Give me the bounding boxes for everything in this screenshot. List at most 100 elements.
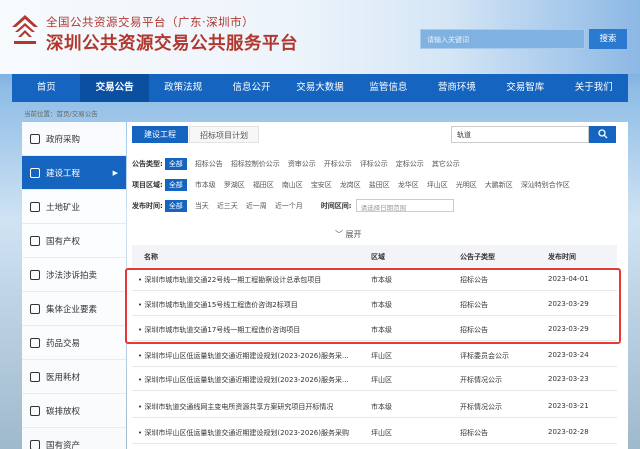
filter-option[interactable]: 当天 (195, 201, 209, 211)
expand-toggle[interactable]: ﹀ 展开 (335, 229, 362, 240)
nav-about[interactable]: 关于我们 (560, 74, 628, 102)
sidebar-item-label: 建设工程 (46, 168, 81, 179)
sidebar-item-drug-trade[interactable]: 药品交易 (22, 326, 126, 360)
sidebar-item-judicial-auction[interactable]: 涉法涉诉拍卖 (22, 258, 126, 292)
row-name-text[interactable]: 深圳市坪山区低运量轨道交通近期建设规划(2023-2026)服务采购 (144, 429, 349, 437)
filter-time: 发布时间: 全部 当天 近三天 近一周 近一个月 时间区间: 请选择日期范围 (132, 199, 454, 212)
filter-option[interactable]: 招标公告 (195, 159, 223, 169)
row-name-text[interactable]: 深圳市坪山区低运量轨道交通近期建设规划(2023-2026)服务采... (144, 376, 348, 384)
filter-option[interactable]: 龙华区 (398, 180, 419, 190)
nav-business-env[interactable]: 营商环境 (423, 74, 491, 102)
row-type: 开标情况公示 (460, 403, 502, 411)
filter-option[interactable]: 招标控制价公示 (231, 159, 280, 169)
leaf-icon (30, 405, 40, 416)
filter-range-label: 时间区间: (320, 201, 352, 210)
row-name-text[interactable]: 深圳市城市轨道交通17号线一期工程造价咨询项目 (144, 326, 300, 334)
site-search-input[interactable]: 请输入关键词 (420, 29, 585, 49)
filter-option[interactable]: 评标公示 (360, 159, 388, 169)
filter-option[interactable]: 深汕特别合作区 (521, 180, 570, 190)
nav-policies[interactable]: 政策法规 (149, 74, 217, 102)
building-icon (30, 167, 40, 178)
tab-bidding-plan[interactable]: 招标项目计划 (189, 126, 259, 143)
site-search-button[interactable]: 搜索 (589, 29, 627, 49)
site-header: 全国公共资源交易平台（广东·深圳市） 深圳公共资源交易公共服务平台 请输入关键词… (0, 0, 640, 74)
nav-big-data[interactable]: 交易大数据 (286, 74, 354, 102)
breadcrumb: 当前位置：首页/交易公告 (24, 110, 98, 118)
table-row[interactable]: • 深圳市坪山区低运量轨道交通近期建设规划(2023-2026)服务采... 坪… (132, 344, 617, 367)
filter-option[interactable]: 市本级 (195, 180, 216, 190)
row-type: 招标公告 (460, 301, 488, 309)
row-name[interactable]: • 深圳市坪山区低运量轨道交通近期建设规划(2023-2026)服务采购 (138, 428, 360, 438)
table-row[interactable]: • 深圳市坪山区低运量轨道交通近期建设规划(2023-2026)服务采... 坪… (132, 368, 617, 391)
row-name[interactable]: • 深圳市坪山区低运量轨道交通近期建设规划(2023-2026)服务采... (138, 351, 360, 361)
filter-option[interactable]: 其它公示 (432, 159, 460, 169)
row-name-text[interactable]: 深圳市城市轨道交通15号线工程造价咨询2标项目 (144, 301, 297, 309)
filter-option[interactable]: 盐田区 (369, 180, 390, 190)
pill-icon (30, 337, 40, 348)
filter-option[interactable]: 近一周 (246, 201, 267, 211)
filter-option[interactable]: 南山区 (282, 180, 303, 190)
filter-option[interactable]: 近一个月 (275, 201, 303, 211)
table-row[interactable]: • 深圳市轨道交通线网主变电所资源共享方案研究项目开标情况 市本级 开标情况公示… (132, 395, 617, 418)
nav-home[interactable]: 首页 (12, 74, 80, 102)
table-row[interactable]: • 深圳市城市轨道交通22号线一期工程勘察设计总承包项目 市本级 招标公告 20… (132, 268, 617, 291)
main-panel: 建设工程 招标项目计划 轨道 公告类型: 全部 招标公告 招标控制价公示 资审公… (127, 122, 628, 449)
filter-option[interactable]: 坪山区 (427, 180, 448, 190)
sidebar-item-collective-enterprise[interactable]: 集体企业要素 (22, 292, 126, 326)
site-logo-icon[interactable] (10, 13, 40, 49)
row-region: 市本级 (371, 326, 392, 334)
filter-option[interactable]: 罗湖区 (224, 180, 245, 190)
filter-option[interactable]: 全部 (164, 199, 187, 212)
sidebar-item-carbon-emission[interactable]: 碳排放权 (22, 394, 126, 428)
sidebar-item-state-assets[interactable]: 国有资产 (22, 428, 126, 449)
sidebar-item-gov-procurement[interactable]: 政府采购 (22, 122, 126, 156)
filter-option[interactable]: 宝安区 (311, 180, 332, 190)
date-range-input[interactable]: 请选择日期范围 (355, 199, 454, 212)
row-date: 2023-03-29 (548, 325, 589, 333)
nav-announcements[interactable]: 交易公告 (80, 74, 149, 102)
filter-option[interactable]: 定标公示 (396, 159, 424, 169)
table-row[interactable]: • 深圳市坪山区低运量轨道交通近期建设规划(2023-2026)服务采购 坪山区… (132, 421, 617, 444)
nav-disclosure[interactable]: 信息公开 (217, 74, 285, 102)
row-name-text[interactable]: 深圳市坪山区低运量轨道交通近期建设规划(2023-2026)服务采... (144, 352, 348, 360)
filter-option[interactable]: 龙岗区 (340, 180, 361, 190)
row-name[interactable]: • 深圳市城市轨道交通15号线工程造价咨询2标项目 (138, 300, 360, 310)
filter-option[interactable]: 资审公示 (288, 159, 316, 169)
row-region: 市本级 (371, 276, 392, 284)
filter-option[interactable]: 全部 (164, 179, 187, 191)
row-name[interactable]: • 深圳市坪山区低运量轨道交通近期建设规划(2023-2026)服务采... (138, 375, 360, 385)
row-name-text[interactable]: 深圳市轨道交通线网主变电所资源共享方案研究项目开标情况 (144, 403, 333, 411)
table-row[interactable]: • 深圳市城市轨道交通15号线工程造价咨询2标项目 市本级 招标公告 2023-… (132, 293, 617, 316)
row-type: 开标情况公示 (460, 376, 502, 384)
row-name-text[interactable]: 深圳市城市轨道交通22号线一期工程勘察设计总承包项目 (144, 276, 321, 284)
sidebar-item-label: 涉法涉诉拍卖 (46, 270, 98, 281)
table-row[interactable]: • 深圳市城市轨道交通17号线一期工程造价咨询项目 市本级 招标公告 2023-… (132, 318, 617, 341)
sidebar-item-state-property[interactable]: 国有产权 (22, 224, 126, 258)
filter-option[interactable]: 开标公示 (324, 159, 352, 169)
sidebar-item-land-mining[interactable]: 土地矿业 (22, 190, 126, 224)
filter-option[interactable]: 近三天 (217, 201, 238, 211)
sidebar-item-label: 政府采购 (46, 134, 81, 145)
row-name[interactable]: • 深圳市轨道交通线网主变电所资源共享方案研究项目开标情况 (138, 402, 360, 412)
row-date: 2023-03-29 (548, 300, 589, 308)
sidebar-item-construction[interactable]: 建设工程 ▶ (22, 156, 126, 190)
table-header: 名称 区域 公告子类型 发布时间 (132, 245, 617, 267)
header-type: 公告子类型 (460, 253, 495, 261)
site-title[interactable]: 深圳公共资源交易公共服务平台 (46, 30, 298, 55)
tab-construction[interactable]: 建设工程 (132, 126, 188, 143)
row-region: 坪山区 (371, 376, 392, 384)
row-date: 2023-02-28 (548, 428, 589, 436)
filter-option[interactable]: 大鹏新区 (485, 180, 513, 190)
keyword-input[interactable]: 轨道 (451, 126, 589, 143)
nav-think-tank[interactable]: 交易智库 (491, 74, 559, 102)
filter-type-label: 公告类型: (132, 160, 163, 168)
search-icon[interactable] (589, 126, 616, 143)
filter-option[interactable]: 福田区 (253, 180, 274, 190)
row-type: 招标公告 (460, 276, 488, 284)
row-name[interactable]: • 深圳市城市轨道交通22号线一期工程勘察设计总承包项目 (138, 275, 360, 285)
row-name[interactable]: • 深圳市城市轨道交通17号线一期工程造价咨询项目 (138, 325, 360, 335)
nav-supervision[interactable]: 监管信息 (354, 74, 422, 102)
filter-option[interactable]: 全部 (164, 158, 187, 170)
sidebar-item-medical-consumables[interactable]: 医用耗材 (22, 360, 126, 394)
filter-option[interactable]: 光明区 (456, 180, 477, 190)
